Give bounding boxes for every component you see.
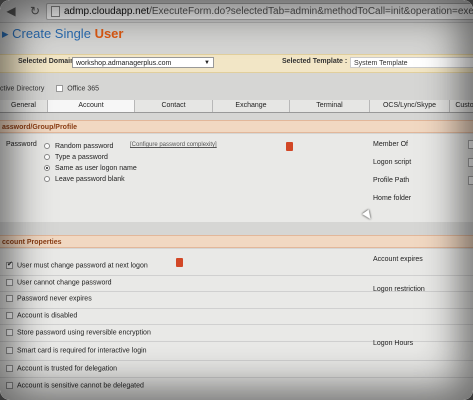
opt-account-disabled[interactable]: Account is disabled [6,312,77,319]
logon-restriction-label: Logon restriction [373,286,425,293]
office365-label: Office 365 [67,85,100,93]
radio-button[interactable] [44,165,50,172]
tab-terminal[interactable]: Terminal [290,100,370,112]
radio-type-password[interactable]: Type a password [44,154,108,161]
selected-domain-label: Selected Domain: [18,58,77,65]
row-divider [0,308,473,309]
option-label: Store password using reversible encrypti… [17,329,151,337]
checkbox[interactable] [6,382,13,389]
option-label: User cannot change password [17,279,112,287]
page-title-highlight: User [94,26,124,41]
row-divider [0,275,473,276]
opt-sensitive-no-delegation[interactable]: Account is sensitive cannot be delegated [6,382,144,389]
radio-button[interactable] [44,176,50,183]
option-label: User must change password at next logon [17,262,148,270]
radio-same-as-logon[interactable]: Same as user logon name [44,165,137,172]
page-title: ▸ Create Single User [2,26,124,41]
row-divider [0,324,473,325]
option-label: Account is sensitive cannot be delegated [17,382,144,390]
radio-button[interactable] [44,143,50,150]
radio-label: Leave password blank [55,176,125,183]
password-label: Password [6,141,37,148]
domain-bar: Selected Domain: workshop.admanagerplus.… [0,54,473,73]
checkbox[interactable] [6,295,13,302]
opt-reversible-encryption[interactable]: Store password using reversible encrypti… [6,329,151,336]
profile-path-label: Profile Path [373,177,410,184]
selected-template-label: Selected Template : [282,58,348,65]
radio-random-password[interactable]: Random password [44,143,113,150]
chevron-down-icon: ▼ [204,60,210,66]
address-bar[interactable]: admp.cloudapp.net/ExecuteForm.do?selecte… [46,3,473,20]
home-folder-label: Home folder [373,195,412,202]
url-path: /ExecuteForm.do?selectedTab=admin&method… [149,6,473,17]
page-title-prefix: Create Single [12,26,91,41]
tab-exchange[interactable]: Exchange [213,100,290,112]
tab-general[interactable]: General [0,100,48,112]
radio-label: Type a password [55,154,108,161]
option-label: Smart card is required for interactive l… [17,347,147,355]
account-section-header: ccount Properties [0,235,473,248]
back-arrow-icon[interactable]: ◀ [4,4,18,18]
radio-label: Random password [55,143,114,150]
reload-icon[interactable]: ↻ [30,4,40,18]
active-directory-label: ctive Directory [0,85,45,93]
option-label: Account is disabled [17,312,78,320]
row-divider [0,377,473,378]
office365-icon [176,258,183,267]
opt-smart-card-required[interactable]: Smart card is required for interactive l… [6,347,147,354]
radio-leave-blank[interactable]: Leave password blank [44,176,125,183]
checkbox[interactable] [6,260,13,269]
radio-label: Same as user logon name [55,165,137,172]
office365-icon [286,142,293,151]
logon-script-field[interactable] [468,158,473,167]
radio-button[interactable] [44,154,50,161]
member-of-field[interactable] [468,140,473,149]
option-label: Account is trusted for delegation [17,365,118,373]
template-select-value: System Template [354,60,408,67]
tab-account[interactable]: Account [48,100,135,112]
opt-trusted-for-delegation[interactable]: Account is trusted for delegation [6,365,117,372]
directory-row: ctive Directory Office 365 [0,85,99,92]
member-of-label: Member Of [373,141,409,148]
checkbox[interactable] [6,329,13,336]
checkbox[interactable] [6,365,13,372]
opt-cannot-change-password[interactable]: User cannot change password [6,279,112,286]
page-icon [51,6,60,17]
row-divider [0,360,473,361]
option-label: Password never expires [17,295,92,303]
office365-checkbox[interactable] [56,85,64,92]
tab-ocs-lync-skype[interactable]: OCS/Lync/Skype [370,100,450,112]
account-expires-label: Account expires [373,256,423,263]
opt-must-change-password[interactable]: User must change password at next logon [6,260,148,270]
tab-custom[interactable]: Custo [450,100,473,112]
profile-path-field[interactable] [468,176,473,185]
app-window: ◀ ↻ admp.cloudapp.net/ExecuteForm.do?sel… [0,0,473,400]
browser-toolbar: ◀ ↻ admp.cloudapp.net/ExecuteForm.do?sel… [0,0,473,23]
tab-contact[interactable]: Contact [135,100,213,112]
configure-complexity-link[interactable]: [Configure password complexity] [130,142,217,148]
template-select[interactable]: System Template [350,57,473,68]
checkbox[interactable] [6,312,13,319]
checkbox[interactable] [6,347,13,354]
tab-strip: General Account Contact Exchange Termina… [0,100,473,113]
logon-hours-label: Logon Hours [373,340,414,347]
checkbox[interactable] [6,279,13,286]
domain-select-value: workshop.admanagerplus.com [76,60,172,67]
domain-select[interactable]: workshop.admanagerplus.com ▼ [72,57,214,68]
opt-password-never-expires[interactable]: Password never expires [6,295,92,302]
url-host: admp.cloudapp.net [64,6,150,17]
logon-script-label: Logon script [373,159,412,166]
password-section-header: assword/Group/Profile [0,120,473,133]
